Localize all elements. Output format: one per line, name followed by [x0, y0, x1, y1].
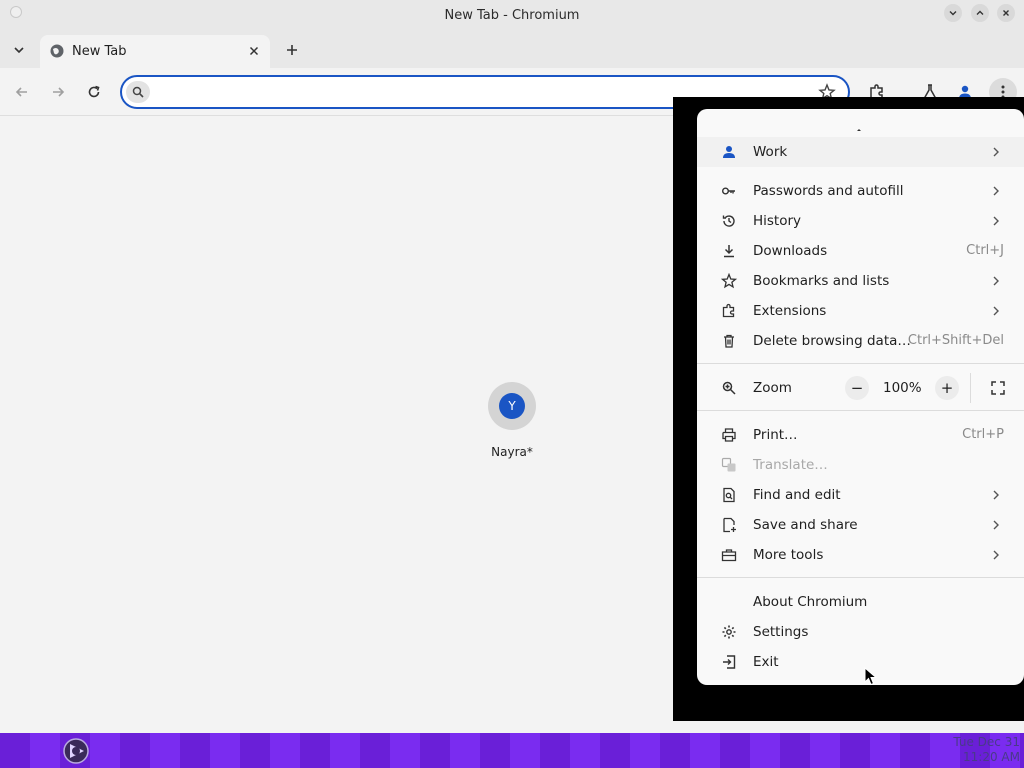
chevron-down-icon — [949, 11, 957, 16]
clock[interactable]: Tue Dec 31 11:20 AM — [953, 735, 1020, 765]
zoom-in-button[interactable]: + — [935, 376, 959, 400]
clock-date: Tue Dec 31 — [953, 735, 1020, 749]
trash-icon — [721, 333, 737, 349]
tab-title: New Tab — [72, 44, 127, 59]
menu-item-find-and-edit[interactable]: Find and edit — [697, 480, 1024, 510]
translate-icon — [721, 457, 737, 473]
title-bar: New Tab - Chromium — [0, 0, 1024, 32]
menu-item-more-tools[interactable]: More tools — [697, 540, 1024, 570]
chevron-right-icon — [993, 550, 999, 560]
zoom-out-button[interactable]: − — [845, 376, 869, 400]
maximize-button[interactable] — [971, 4, 989, 22]
tab-close-button[interactable] — [246, 43, 262, 59]
toolbox-icon — [721, 547, 737, 563]
tab-new-tab[interactable]: New Tab — [40, 35, 270, 68]
search-icon — [132, 86, 144, 98]
clock-time: 11:20 AM — [963, 750, 1020, 764]
star-icon — [721, 273, 737, 289]
chevron-right-icon — [993, 520, 999, 530]
menu-item-delete-browsing-data[interactable]: Delete browsing data… Ctrl+Shift+Del — [697, 326, 1024, 356]
mouse-cursor-icon — [864, 667, 878, 686]
menu-item-settings[interactable]: Settings — [697, 617, 1024, 647]
menu-item-extensions[interactable]: Extensions — [697, 296, 1024, 326]
scroll-up-icon[interactable] — [853, 125, 865, 133]
history-icon — [721, 213, 737, 229]
zoom-divider — [970, 373, 971, 403]
menu-separator — [697, 577, 1024, 578]
puzzle-icon — [721, 303, 737, 319]
app-launcher-icon[interactable] — [58, 735, 94, 767]
chevron-right-icon — [993, 186, 999, 196]
taskbar: Tue Dec 31 11:20 AM — [0, 733, 1024, 768]
arrow-left-icon — [15, 87, 27, 97]
menu-separator — [697, 363, 1024, 364]
shortcut-delete-browsing-data: Ctrl+Shift+Del — [907, 333, 1004, 348]
gear-icon — [721, 624, 737, 640]
app-menu: Work Passwords and autofill History Down… — [697, 109, 1024, 685]
tab-search-button[interactable] — [8, 40, 30, 60]
menu-separator — [697, 410, 1024, 411]
forward-button[interactable] — [46, 80, 70, 104]
plus-icon — [287, 45, 297, 55]
profile-avatar[interactable]: Y — [488, 382, 536, 430]
person-icon — [721, 144, 737, 160]
chevron-down-icon — [14, 47, 24, 54]
menu-item-zoom: Zoom − 100% + — [697, 373, 1024, 403]
menu-item-history[interactable]: History — [697, 206, 1024, 236]
shortcut-print: Ctrl+P — [962, 427, 1004, 442]
menu-item-print[interactable]: Print… Ctrl+P — [697, 420, 1024, 450]
globe-icon — [50, 44, 64, 58]
reload-icon — [88, 85, 100, 98]
chevron-right-icon — [993, 306, 999, 316]
close-icon — [249, 46, 259, 56]
menu-item-translate: Translate… — [697, 450, 1024, 480]
new-tab-button[interactable] — [282, 40, 302, 60]
download-icon — [721, 243, 737, 259]
chevron-up-icon — [976, 10, 984, 15]
menu-item-downloads[interactable]: Downloads Ctrl+J — [697, 236, 1024, 266]
profile-initial: Y — [499, 393, 525, 419]
menu-item-about[interactable]: About Chromium — [697, 587, 1024, 617]
close-window-button[interactable] — [997, 4, 1015, 22]
fullscreen-icon[interactable] — [990, 380, 1006, 396]
close-icon — [1003, 10, 1009, 16]
reload-button[interactable] — [82, 80, 106, 104]
save-share-icon — [721, 517, 737, 533]
chevron-right-icon — [993, 276, 999, 286]
menu-item-bookmarks[interactable]: Bookmarks and lists — [697, 266, 1024, 296]
chevron-right-icon — [993, 216, 999, 226]
omnibox-search-icon — [126, 81, 150, 103]
tab-strip: New Tab — [0, 32, 1024, 68]
zoom-value: 100% — [883, 380, 922, 396]
zoom-icon — [721, 380, 737, 396]
back-button[interactable] — [10, 80, 34, 104]
chevron-right-icon — [993, 490, 999, 500]
minimize-button[interactable] — [944, 4, 962, 22]
shortcut-downloads: Ctrl+J — [966, 243, 1004, 258]
printer-icon — [721, 427, 737, 443]
window-title: New Tab - Chromium — [444, 8, 580, 23]
key-icon — [721, 183, 737, 199]
menu-item-exit[interactable]: Exit — [697, 647, 1024, 677]
find-icon — [721, 487, 737, 503]
menu-item-save-and-share[interactable]: Save and share — [697, 510, 1024, 540]
arrow-right-icon — [53, 87, 65, 97]
exit-icon — [721, 654, 737, 670]
chevron-right-icon — [993, 147, 999, 157]
menu-item-work[interactable]: Work — [697, 137, 1024, 167]
menu-item-passwords[interactable]: Passwords and autofill — [697, 176, 1024, 206]
profile-name: Nayra* — [491, 445, 533, 459]
